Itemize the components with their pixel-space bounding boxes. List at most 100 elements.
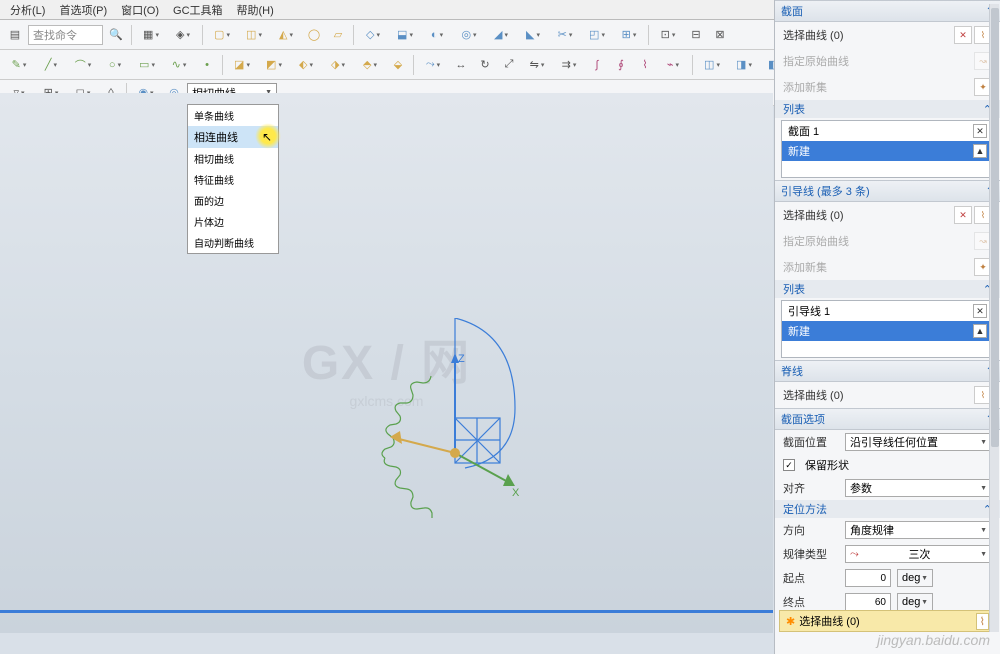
surf2-icon[interactable]: ◩ [259, 54, 289, 76]
list-item[interactable]: 引导线 1✕ [782, 301, 993, 321]
box-icon[interactable]: ▢ [207, 24, 237, 46]
section-list-header[interactable]: 列表⌃ [775, 100, 1000, 118]
surf6-icon[interactable]: ⬙ [387, 54, 409, 76]
face-icon[interactable]: ▱ [327, 24, 349, 46]
misc1-icon[interactable]: ⊡ [653, 24, 683, 46]
offset-icon[interactable]: ⇉ [554, 54, 584, 76]
a2-icon[interactable]: ◨ [729, 54, 759, 76]
menu-gc-toolbox[interactable]: GC工具箱 [167, 0, 229, 20]
c2-icon[interactable]: ∮ [610, 54, 632, 76]
x-icon[interactable]: ✕ [954, 206, 972, 224]
search-icon[interactable]: 🔍 [105, 24, 127, 46]
misc3-icon[interactable]: ⊠ [709, 24, 731, 46]
keep-shape-checkbox[interactable]: ✓ [783, 459, 795, 471]
rotate-icon[interactable]: ↻ [474, 54, 496, 76]
scrollbar-thumb[interactable] [991, 8, 999, 447]
guide-select-curve[interactable]: 选择曲线 (0) ✕⌇ [775, 202, 1000, 228]
extrude-icon[interactable]: ⬓ [390, 24, 420, 46]
surf4-icon[interactable]: ⬗ [323, 54, 353, 76]
status-bar[interactable]: ✱选择曲线 (0) ⌇ [779, 610, 996, 632]
dd-item-2[interactable]: 相切曲线 [188, 148, 278, 169]
mirror-icon[interactable]: ⇋ [522, 54, 552, 76]
sweep-icon[interactable]: ⤳ [418, 54, 448, 76]
viewport-3d[interactable]: GX / 网 gxlcms.com Z X [0, 93, 773, 633]
line-icon[interactable]: ╱ [36, 54, 66, 76]
menu-window[interactable]: 窗口(O) [115, 0, 165, 20]
misc2-icon[interactable]: ⊟ [685, 24, 707, 46]
section-position-select[interactable]: 沿引导线任何位置 [845, 433, 992, 451]
keep-shape-row[interactable]: ✓ 保留形状 [775, 454, 1000, 476]
point-icon[interactable]: • [196, 54, 218, 76]
sphere-icon[interactable]: ◯ [303, 24, 325, 46]
x-icon[interactable]: ✕ [954, 26, 972, 44]
scale-icon[interactable]: ⤢ [498, 54, 520, 76]
command-search[interactable]: 查找命令 [28, 25, 103, 45]
dd-item-0[interactable]: 单条曲线 [188, 105, 278, 126]
section-header[interactable]: 截面⌃ [775, 0, 1000, 22]
section-select-curve[interactable]: 选择曲线 (0) ✕⌇ [775, 22, 1000, 48]
dd-item-1[interactable]: 相连曲线 ↖ [188, 126, 278, 148]
surf3-icon[interactable]: ⬖ [291, 54, 321, 76]
view-icons-icon[interactable]: ▦ [136, 24, 166, 46]
spline-icon[interactable]: ∿ [164, 54, 194, 76]
close-icon[interactable]: ✕ [973, 304, 987, 318]
list-item[interactable]: 新建▲ [782, 141, 993, 161]
layer-icon[interactable]: ◈ [168, 24, 198, 46]
rule-type-select[interactable]: ⤳ 三次 [845, 545, 992, 563]
rect-icon[interactable]: ▭ [132, 54, 162, 76]
curve-icon[interactable]: ⌇ [976, 613, 989, 630]
a1-icon[interactable]: ◫ [697, 54, 727, 76]
direction-select[interactable]: 角度规律 [845, 521, 992, 539]
hole-icon[interactable]: ◎ [454, 24, 484, 46]
c3-icon[interactable]: ⌇ [634, 54, 656, 76]
revolve-icon[interactable]: ◐ [422, 24, 452, 46]
sketch-icon[interactable]: ✎ [4, 54, 34, 76]
direction-row: 方向 角度规律 [775, 518, 1000, 542]
viewport-bottom-edge [0, 610, 773, 613]
c4-icon[interactable]: ⌁ [658, 54, 688, 76]
list-item[interactable]: 新建▲ [782, 321, 993, 341]
cone-icon[interactable]: ◭ [271, 24, 301, 46]
cyl-icon[interactable]: ◫ [239, 24, 269, 46]
surf5-icon[interactable]: ⬘ [355, 54, 385, 76]
start-row: 起点 deg [775, 566, 1000, 590]
orient-header[interactable]: 定位方法⌃ [775, 500, 1000, 518]
section-list[interactable]: 截面 1✕ 新建▲ [781, 120, 994, 178]
svg-text:X: X [512, 487, 520, 499]
dd-item-6[interactable]: 自动判断曲线 [188, 232, 278, 253]
start-value[interactable] [845, 569, 891, 587]
menu-help[interactable]: 帮助(H) [231, 0, 280, 20]
guide-header[interactable]: 引导线 (最多 3 条)⌃ [775, 180, 1000, 202]
shell-icon[interactable]: ◰ [582, 24, 612, 46]
panel-scrollbar[interactable] [989, 4, 999, 632]
dd-item-3[interactable]: 特征曲线 [188, 169, 278, 190]
guide-list-header[interactable]: 列表⌃ [775, 280, 1000, 298]
chamfer-icon[interactable]: ◣ [518, 24, 548, 46]
tb-start-icon[interactable]: ▤ [4, 24, 26, 46]
menu-prefs[interactable]: 首选项(P) [53, 0, 113, 20]
spine-header[interactable]: 脊线⌃ [775, 360, 1000, 382]
close-icon[interactable]: ✕ [973, 124, 987, 138]
options-header[interactable]: 截面选项⌃ [775, 408, 1000, 430]
spine-select-curve[interactable]: 选择曲线 (0) ⌇ [775, 382, 1000, 408]
up-icon[interactable]: ▲ [973, 324, 987, 338]
up-icon[interactable]: ▲ [973, 144, 987, 158]
surf1-icon[interactable]: ◪ [227, 54, 257, 76]
move-icon[interactable]: ↔ [450, 54, 472, 76]
end-value[interactable] [845, 593, 891, 611]
guide-list[interactable]: 引导线 1✕ 新建▲ [781, 300, 994, 358]
start-unit[interactable]: deg [897, 569, 933, 587]
dd-item-4[interactable]: 面的边 [188, 190, 278, 211]
menu-analyze[interactable]: 分析(L) [4, 0, 51, 20]
end-unit[interactable]: deg [897, 593, 933, 611]
arc-icon[interactable]: ⌒ [68, 54, 98, 76]
circle-icon[interactable]: ○ [100, 54, 130, 76]
dd-item-5[interactable]: 片体边 [188, 211, 278, 232]
c1-icon[interactable]: ∫ [586, 54, 608, 76]
align-select[interactable]: 参数 [845, 479, 992, 497]
blend-icon[interactable]: ◢ [486, 24, 516, 46]
trim-icon[interactable]: ✂ [550, 24, 580, 46]
pattern-icon[interactable]: ⊞ [614, 24, 644, 46]
list-item[interactable]: 截面 1✕ [782, 121, 993, 141]
datum-icon[interactable]: ◇ [358, 24, 388, 46]
